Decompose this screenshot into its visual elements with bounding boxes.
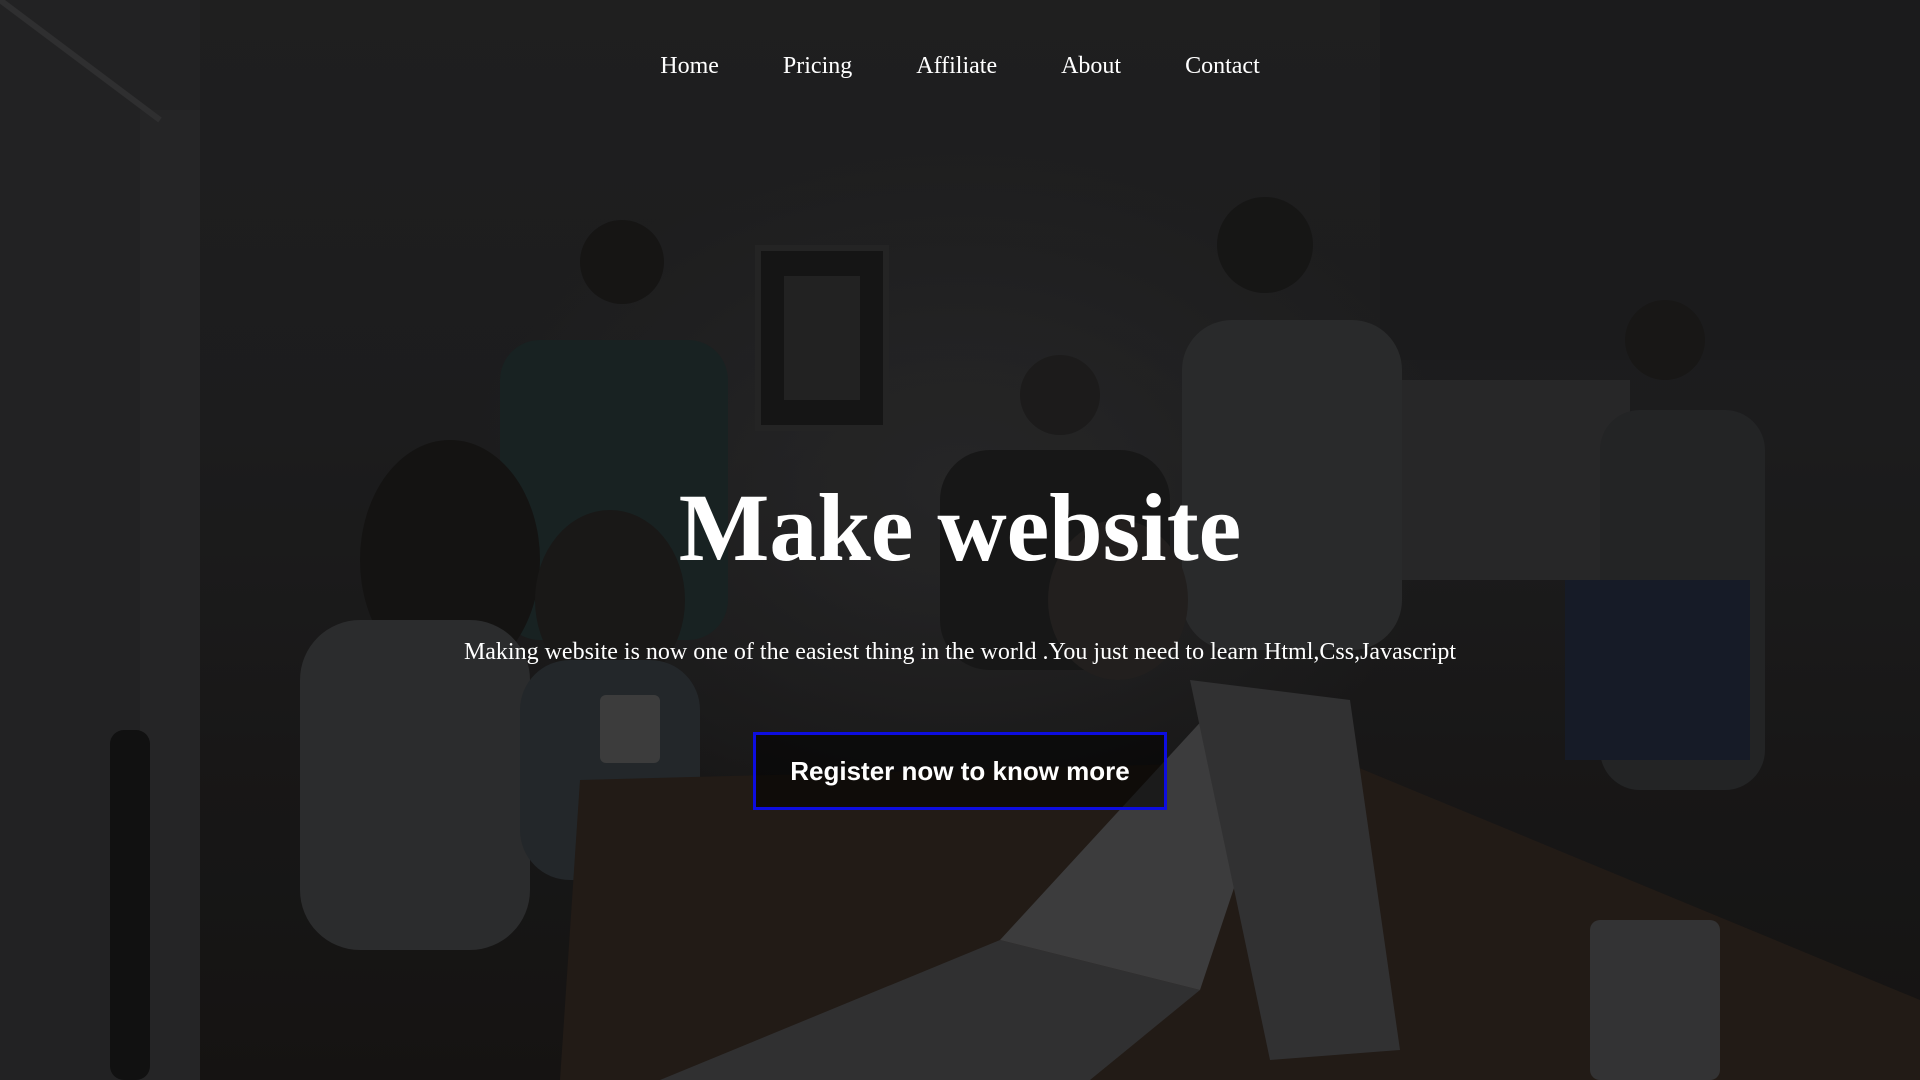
hero-title: Make website	[678, 474, 1242, 581]
nav-link-contact[interactable]: Contact	[1153, 50, 1292, 82]
nav-link-pricing[interactable]: Pricing	[751, 50, 884, 82]
hero-subtitle: Making website is now one of the easiest…	[463, 639, 1457, 665]
hero-section: Home Pricing Affiliate About Contact Mak…	[0, 0, 1920, 1080]
register-button[interactable]: Register now to know more	[753, 732, 1167, 810]
nav-link-affiliate[interactable]: Affiliate	[884, 50, 1029, 82]
nav-link-home[interactable]: Home	[628, 50, 751, 82]
nav-link-about[interactable]: About	[1029, 50, 1153, 82]
main-navigation: Home Pricing Affiliate About Contact	[0, 50, 1920, 82]
